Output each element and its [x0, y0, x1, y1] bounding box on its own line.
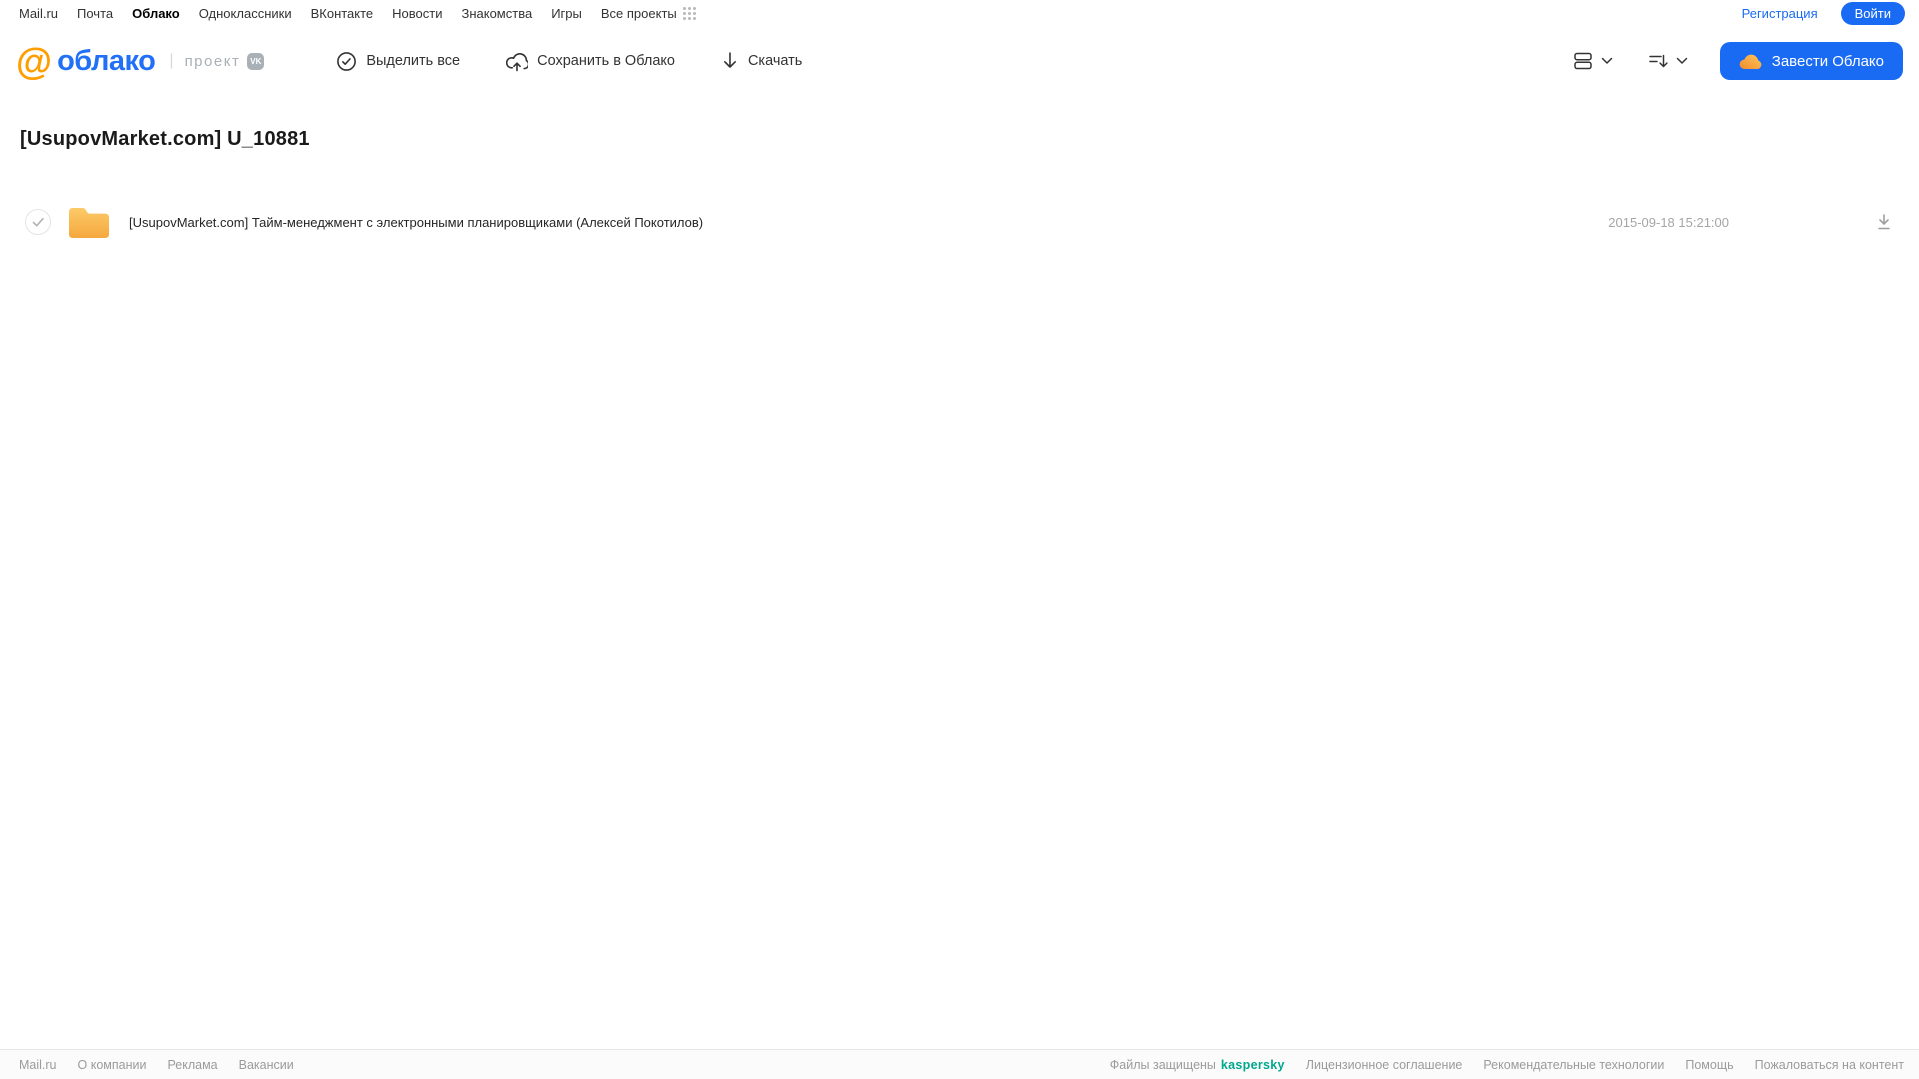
- file-name[interactable]: [UsupovMarket.com] Тайм-менеджмент с эле…: [129, 215, 703, 230]
- folder-icon: [67, 204, 109, 240]
- footer-link-rec-tech[interactable]: Рекомендательные технологии: [1483, 1058, 1664, 1072]
- sort-dropdown[interactable]: [1641, 44, 1694, 78]
- main-content: [UsupovMarket.com] U_10881 [UsupovMarket…: [0, 128, 1919, 245]
- all-projects-menu[interactable]: Все проекты: [601, 6, 696, 21]
- file-list: [UsupovMarket.com] Тайм-менеджмент с эле…: [0, 199, 1919, 245]
- sort-icon: [1649, 54, 1668, 68]
- portal-link-oblako[interactable]: Облако: [132, 6, 180, 21]
- footer-link-jobs[interactable]: Вакансии: [239, 1058, 294, 1072]
- row-checkbox[interactable]: [25, 209, 51, 235]
- create-cloud-button[interactable]: Завести Облако: [1719, 42, 1903, 80]
- divider: |: [169, 52, 174, 69]
- check-icon: [32, 217, 44, 226]
- cloud-header: @ облако | проект VK Выделить все Сохран…: [0, 27, 1919, 95]
- chevron-down-icon: [1676, 57, 1688, 64]
- apps-grid-icon: [682, 7, 696, 20]
- download-icon: [1878, 214, 1890, 230]
- row-download-button[interactable]: [1875, 213, 1893, 231]
- mailru-at-icon: @: [16, 40, 52, 82]
- login-button[interactable]: Войти: [1840, 2, 1905, 25]
- list-view-icon: [1574, 52, 1592, 70]
- cloud-upload-icon: [506, 52, 529, 71]
- download-button[interactable]: Скачать: [721, 51, 802, 71]
- save-to-cloud-button[interactable]: Сохранить в Облако: [506, 51, 675, 72]
- portal-link-igry[interactable]: Игры: [551, 6, 582, 21]
- portal-link-znakomstva[interactable]: Знакомства: [461, 6, 532, 21]
- footer-left-links: Mail.ru О компании Реклама Вакансии: [19, 1058, 294, 1072]
- kaspersky-logo[interactable]: kaspersky: [1221, 1058, 1285, 1072]
- chevron-down-icon: [1601, 57, 1613, 64]
- portal-link-pochta[interactable]: Почта: [77, 6, 113, 21]
- footer-link-report[interactable]: Пожаловаться на контент: [1755, 1058, 1904, 1072]
- portal-link-all-projects[interactable]: Все проекты: [601, 6, 677, 21]
- portal-navbar: Mail.ru Почта Облако Одноклассники ВКонт…: [0, 0, 1919, 27]
- footer-link-company[interactable]: О компании: [78, 1058, 147, 1072]
- page-title: [UsupovMarket.com] U_10881: [20, 128, 310, 150]
- vk-project-label: | проект VK: [169, 52, 265, 70]
- footer-link-ads[interactable]: Реклама: [167, 1058, 217, 1072]
- footer-right-links: Файлы защищены kaspersky Лицензионное со…: [1110, 1058, 1904, 1072]
- file-date: 2015-09-18 15:21:00: [1608, 214, 1729, 230]
- footer-link-license[interactable]: Лицензионное соглашение: [1306, 1058, 1463, 1072]
- check-circle-icon: [337, 51, 357, 71]
- kaspersky-protected: Файлы защищены kaspersky: [1109, 1057, 1285, 1072]
- select-all-button[interactable]: Выделить все: [336, 51, 460, 72]
- registration-link[interactable]: Регистрация: [1742, 6, 1818, 21]
- portal-link-odnoklassniki[interactable]: Одноклассники: [199, 6, 292, 21]
- view-mode-dropdown[interactable]: [1566, 44, 1619, 78]
- footer-link-help[interactable]: Помощь: [1685, 1058, 1733, 1072]
- portal-link-vkontakte[interactable]: ВКонтакте: [311, 6, 374, 21]
- header-right-controls: Завести Облако: [1566, 42, 1903, 80]
- page-footer: Mail.ru О компании Реклама Вакансии Файл…: [0, 1049, 1919, 1079]
- file-row[interactable]: [UsupovMarket.com] Тайм-менеджмент с эле…: [0, 199, 1919, 245]
- file-actions-toolbar: Выделить все Сохранить в Облако Скачать: [336, 51, 802, 72]
- cloud-logo[interactable]: @ облако: [16, 40, 156, 82]
- portal-link-mailru[interactable]: Mail.ru: [19, 6, 58, 21]
- cloud-logo-text: облако: [57, 44, 156, 77]
- vk-logo-icon: VK: [247, 52, 265, 70]
- cloud-icon: [1739, 54, 1762, 69]
- download-arrow-icon: [723, 52, 736, 68]
- portal-link-novosti[interactable]: Новости: [392, 6, 442, 21]
- footer-link-mailru[interactable]: Mail.ru: [19, 1058, 57, 1072]
